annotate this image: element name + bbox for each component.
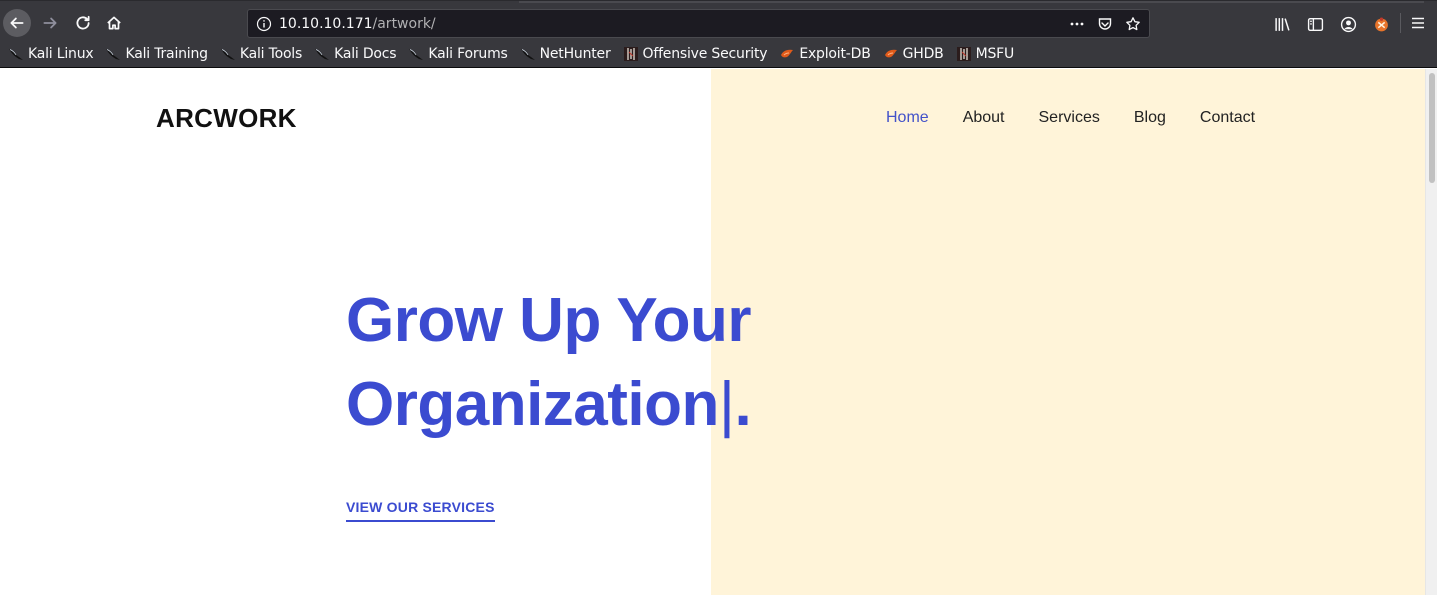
forward-arrow-icon [43, 17, 57, 29]
offsec-icon [956, 46, 972, 62]
nav-link-home[interactable]: Home [886, 109, 929, 127]
bookmark-item[interactable]: Kali Forums [408, 46, 508, 62]
nav-link-blog[interactable]: Blog [1134, 109, 1166, 127]
bookmark-item[interactable]: Kali Training [105, 46, 208, 62]
bookmark-item[interactable]: Kali Linux [8, 46, 94, 62]
pocket-icon [1098, 18, 1112, 30]
hamburger-icon [1412, 17, 1424, 29]
bookmark-label: MSFU [975, 46, 1015, 62]
hero-heading: Grow Up Your Organization|. [346, 279, 866, 447]
star-icon [1126, 17, 1140, 31]
browser-toolbar: 10.10.10.171/artwork/ [0, 0, 1437, 41]
page-actions-button[interactable] [1067, 14, 1087, 34]
bookmark-item[interactable]: Kali Docs [314, 46, 397, 62]
info-icon[interactable] [256, 16, 272, 32]
menu-button[interactable] [1408, 13, 1428, 33]
library-button[interactable] [1270, 13, 1294, 35]
bookmark-item[interactable]: Exploit-DB [779, 46, 871, 62]
bookmark-label: Exploit-DB [799, 46, 871, 62]
bookmark-item[interactable]: GHDB [883, 46, 944, 62]
site-nav: Home About Services Blog Contact [886, 109, 1289, 127]
reload-button[interactable] [69, 9, 97, 37]
view-services-link[interactable]: VIEW OUR SERVICES [346, 499, 495, 522]
toolbar-divider [1400, 13, 1401, 33]
address-bar[interactable]: 10.10.10.171/artwork/ [247, 9, 1150, 38]
bookmark-label: GHDB [902, 46, 944, 62]
forward-button[interactable] [36, 9, 64, 37]
kali-dragon-icon [314, 46, 330, 62]
back-arrow-icon [10, 17, 24, 29]
exploit-db-icon [883, 46, 899, 62]
more-dots-icon [1070, 22, 1084, 26]
hero-line-1: Grow Up Your [346, 286, 752, 355]
hero-line-2: Organization [346, 370, 719, 439]
bookmark-label: Kali Training [125, 46, 208, 62]
nav-link-contact[interactable]: Contact [1200, 109, 1255, 127]
bookmark-label: Kali Forums [428, 46, 508, 62]
account-button[interactable] [1336, 13, 1360, 35]
page-scrollbar[interactable] [1425, 69, 1437, 595]
bookmark-label: Offensive Security [642, 46, 768, 62]
bookmark-item[interactable]: Kali Tools [220, 46, 302, 62]
offsec-icon [623, 46, 639, 62]
url-host: 10.10.10.171 [279, 16, 373, 32]
sidebar-icon [1307, 17, 1323, 31]
pocket-button[interactable] [1095, 14, 1115, 34]
back-button[interactable] [3, 9, 31, 37]
extension-button[interactable] [1369, 13, 1393, 35]
reload-icon [76, 15, 90, 30]
scrollbar-thumb[interactable] [1429, 73, 1435, 183]
bookmark-item[interactable]: MSFU [956, 46, 1014, 62]
library-icon [1274, 17, 1290, 31]
bookmark-label: Kali Docs [334, 46, 397, 62]
tab-strip-line [519, 1, 1424, 3]
exploit-db-icon [779, 46, 795, 62]
url-actions [1067, 14, 1143, 34]
bookmark-item[interactable]: Offensive Security [623, 46, 768, 62]
bookmark-label: Kali Tools [239, 46, 303, 62]
home-button[interactable] [100, 9, 128, 37]
site-logo[interactable]: ARCWORK [156, 103, 297, 134]
nav-link-about[interactable]: About [963, 109, 1005, 127]
bookmark-label: NetHunter [539, 46, 611, 62]
kali-dragon-icon [105, 46, 121, 62]
typing-cursor: | [718, 370, 735, 439]
bookmarks-toolbar: Kali Linux Kali Training Kali Tools Kali Do… [0, 41, 1437, 68]
extension-icon [1374, 16, 1388, 31]
hero-period: . [734, 370, 752, 439]
nav-link-services[interactable]: Services [1039, 109, 1100, 127]
url-path: /artwork/ [372, 16, 436, 32]
bookmark-item[interactable]: NetHunter [520, 46, 611, 62]
bookmark-label: Kali Linux [28, 46, 94, 62]
kali-dragon-icon [8, 46, 24, 62]
sidebar-button[interactable] [1303, 13, 1327, 35]
home-icon [107, 16, 121, 30]
toolbar-right [1270, 13, 1402, 35]
kali-dragon-icon [520, 46, 536, 62]
kali-dragon-icon [408, 46, 424, 62]
bookmark-star-button[interactable] [1123, 14, 1143, 34]
account-icon [1340, 16, 1356, 32]
kali-dragon-icon [220, 46, 236, 62]
url-text[interactable]: 10.10.10.171/artwork/ [279, 16, 436, 32]
page-viewport: ARCWORK Home About Services Blog Contact Gro… [0, 69, 1425, 595]
